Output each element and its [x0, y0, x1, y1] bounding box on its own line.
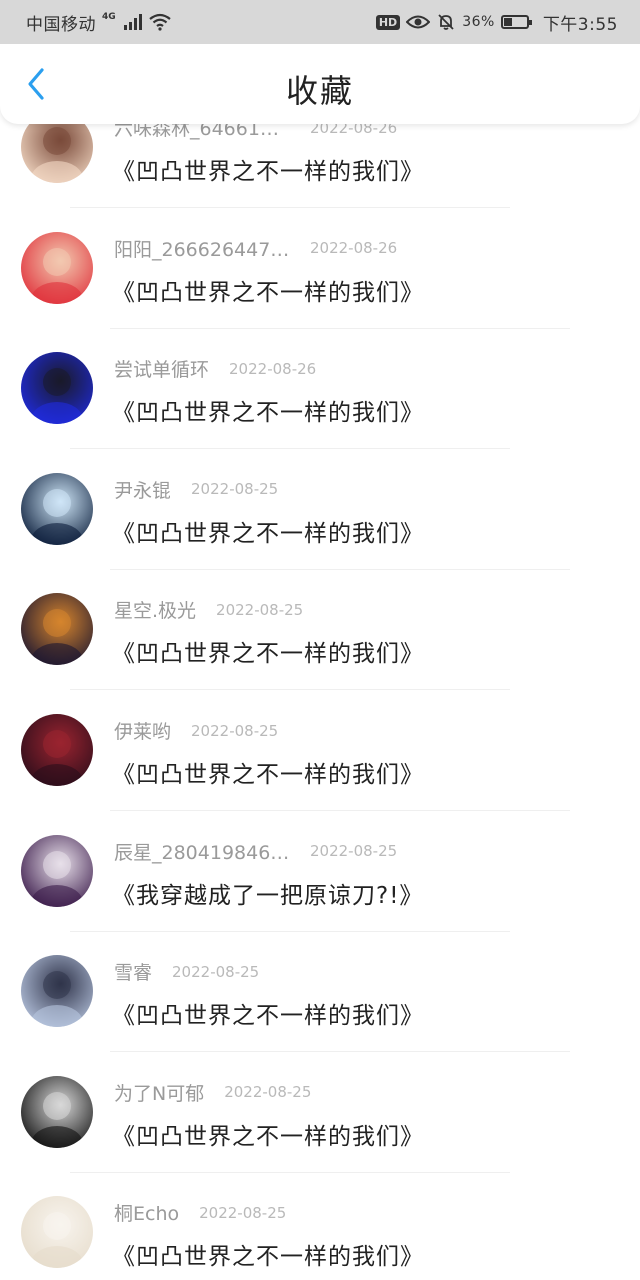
- item-meta: 尹永锟 2022-08-25: [114, 476, 278, 503]
- username[interactable]: 阳阳_2666264472…: [114, 235, 290, 262]
- favorite-date: 2022-08-25: [191, 480, 279, 499]
- avatar[interactable]: [21, 834, 93, 907]
- hd-badge: HD: [375, 14, 401, 30]
- item-meta: 辰星_28041984653… 2022-08-25: [114, 838, 397, 865]
- favorite-item[interactable]: 尝试单循环 2022-08-26 《凹凸世界之不一样的我们》: [0, 329, 640, 450]
- favorite-date: 2022-08-25: [199, 1203, 287, 1222]
- favorite-item[interactable]: 尹永锟 2022-08-25 《凹凸世界之不一样的我们》: [0, 450, 640, 570]
- book-title[interactable]: 《凹凸世界之不一样的我们》: [112, 1237, 424, 1271]
- book-title[interactable]: 《我穿越成了一把原谅刀?!》: [112, 876, 423, 910]
- avatar[interactable]: [21, 352, 93, 425]
- favorite-item[interactable]: 阳阳_2666264472… 2022-08-26 《凹凸世界之不一样的我们》: [0, 209, 640, 329]
- book-title[interactable]: 《凹凸世界之不一样的我们》: [112, 393, 424, 427]
- favorite-date: 2022-08-25: [224, 1083, 312, 1102]
- username[interactable]: 尹永锟: [114, 476, 171, 503]
- book-title[interactable]: 《凹凸世界之不一样的我们》: [112, 755, 424, 789]
- favorite-item[interactable]: 辰星_28041984653… 2022-08-25 《我穿越成了一把原谅刀?!》: [0, 812, 640, 932]
- favorite-item[interactable]: 星空.极光 2022-08-25 《凹凸世界之不一样的我们》: [0, 570, 640, 691]
- book-title[interactable]: 《凹凸世界之不一样的我们》: [112, 514, 424, 548]
- username[interactable]: 雪睿: [114, 958, 152, 985]
- avatar[interactable]: [21, 472, 93, 545]
- battery-icon: [500, 15, 532, 29]
- eye-icon: [406, 15, 431, 29]
- avatar[interactable]: [21, 714, 93, 786]
- favorite-item[interactable]: 桐Echo 2022-08-25 《凹凸世界之不一样的我们》: [0, 1173, 640, 1280]
- avatar[interactable]: [21, 1075, 93, 1148]
- book-title[interactable]: 《凹凸世界之不一样的我们》: [112, 273, 424, 307]
- favorite-item[interactable]: 为了N可郁 2022-08-25 《凹凸世界之不一样的我们》: [0, 1053, 640, 1173]
- book-title[interactable]: 《凹凸世界之不一样的我们》: [112, 1117, 424, 1151]
- favorite-date: 2022-08-25: [216, 600, 304, 619]
- username[interactable]: 星空.极光: [114, 596, 196, 623]
- book-title[interactable]: 《凹凸世界之不一样的我们》: [112, 996, 424, 1030]
- wifi-icon: [148, 13, 171, 31]
- status-bar: 中国移动 4G HD 36% 下午3:55: [0, 0, 640, 44]
- username[interactable]: 桐Echo: [114, 1199, 179, 1226]
- favorite-date: 2022-08-25: [310, 842, 398, 861]
- username[interactable]: 为了N可郁: [114, 1079, 204, 1106]
- favorite-date: 2022-08-26: [310, 239, 398, 258]
- clock: 下午3:55: [542, 14, 618, 35]
- avatar[interactable]: [21, 593, 93, 666]
- favorite-date: 2022-08-25: [191, 721, 279, 740]
- favorite-date: 2022-08-26: [229, 359, 317, 378]
- book-title[interactable]: 《凹凸世界之不一样的我们》: [112, 152, 424, 186]
- username[interactable]: 伊莱哟: [114, 717, 171, 744]
- favorites-list[interactable]: 六味森林_646613… 2022-08-26 《凹凸世界之不一样的我们》 阳阳_26…: [0, 0, 640, 1280]
- nav-bar: 收藏: [0, 44, 640, 124]
- avatar[interactable]: [21, 231, 93, 304]
- item-meta: 尝试单循环 2022-08-26: [114, 355, 316, 382]
- book-title[interactable]: 《凹凸世界之不一样的我们》: [112, 634, 424, 668]
- username[interactable]: 尝试单循环: [114, 355, 209, 382]
- carrier-label: 中国移动: [26, 14, 96, 35]
- item-meta: 为了N可郁 2022-08-25: [114, 1079, 311, 1106]
- favorite-item[interactable]: 伊莱哟 2022-08-25 《凹凸世界之不一样的我们》: [0, 691, 640, 811]
- network-type: 4G: [102, 12, 116, 22]
- battery-percent: 36%: [462, 14, 495, 30]
- item-meta: 伊莱哟 2022-08-25: [114, 717, 278, 744]
- item-meta: 桐Echo 2022-08-25: [114, 1199, 286, 1226]
- username[interactable]: 辰星_28041984653…: [114, 838, 290, 865]
- favorite-date: 2022-08-25: [172, 962, 260, 981]
- signal-icon: [123, 14, 142, 30]
- item-meta: 星空.极光 2022-08-25: [114, 596, 303, 623]
- avatar[interactable]: [21, 955, 93, 1028]
- avatar[interactable]: [21, 1196, 93, 1269]
- page-title: 收藏: [285, 72, 354, 110]
- item-meta: 阳阳_2666264472… 2022-08-26: [114, 235, 397, 262]
- favorite-item[interactable]: 雪睿 2022-08-25 《凹凸世界之不一样的我们》: [0, 932, 640, 1053]
- item-meta: 雪睿 2022-08-25: [114, 958, 259, 985]
- mute-bell-icon: [438, 14, 454, 30]
